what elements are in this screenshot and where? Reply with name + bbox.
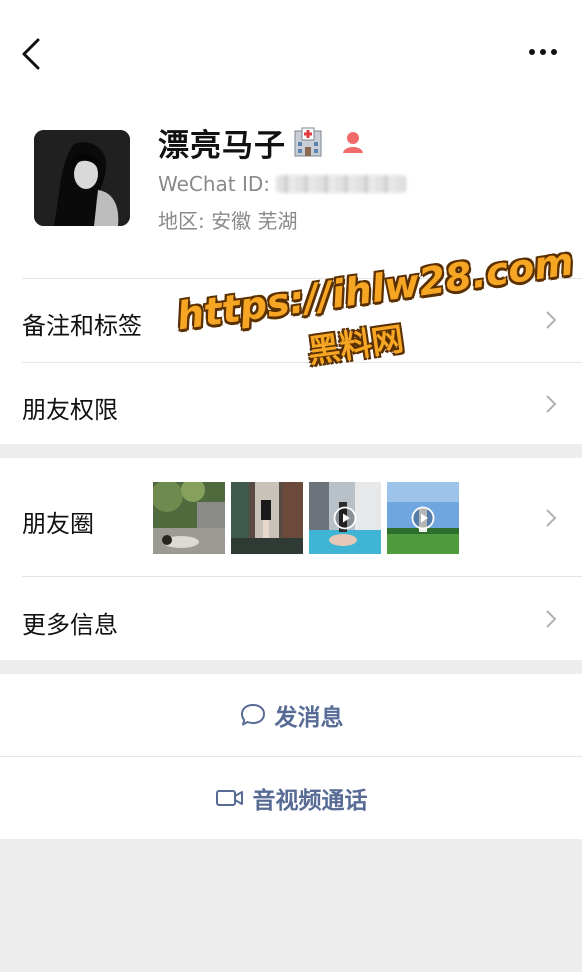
watermark-brand: 黑料网 <box>305 319 406 371</box>
name-row: 漂亮马子 <box>158 120 366 164</box>
chevron-right-icon <box>546 509 557 527</box>
send-message-label: 发消息 <box>274 705 344 731</box>
profile-name: 漂亮马子 <box>158 127 286 164</box>
region-text: 地区: 安徽 芜湖 <box>158 209 298 233</box>
send-message-button[interactable]: 发消息 <box>0 674 582 756</box>
menu-more-info[interactable]: 更多信息 <box>0 576 582 660</box>
wechat-id-value-blurred <box>276 175 407 193</box>
chevron-right-icon <box>546 395 557 413</box>
video-camera-icon <box>215 790 243 806</box>
friend-permissions-label: 朋友权限 <box>22 396 118 424</box>
play-icon <box>333 506 357 530</box>
notes-tags-label: 备注和标签 <box>22 312 142 340</box>
avatar[interactable] <box>34 130 130 226</box>
divider <box>0 756 582 757</box>
video-call-label: 音视频通话 <box>252 788 368 814</box>
wechat-id-label: WeChat ID: <box>158 172 271 196</box>
female-gender-icon <box>343 132 363 153</box>
moments-video-thumbnail[interactable] <box>309 482 381 554</box>
photo-thumbnail-icon <box>231 482 303 554</box>
wechat-id-row: WeChat ID: <box>158 172 407 196</box>
hospital-icon <box>294 127 322 157</box>
moments-thumbnail[interactable] <box>153 482 225 554</box>
photo-thumbnail-icon <box>153 482 225 554</box>
more-info-label: 更多信息 <box>22 611 118 639</box>
more-options-icon[interactable] <box>528 40 558 64</box>
chevron-right-icon <box>546 311 557 329</box>
moments-label: 朋友圈 <box>22 510 94 538</box>
profile-card: 漂亮马子 WeChat ID: 地区: 安徽 芜湖 <box>0 0 582 278</box>
back-arrow-icon[interactable] <box>18 36 48 72</box>
divider <box>22 576 582 577</box>
video-call-button[interactable]: 音视频通话 <box>0 757 582 839</box>
moments-thumbnail[interactable] <box>231 482 303 554</box>
chat-bubble-icon <box>240 704 265 726</box>
moments-video-thumbnail[interactable] <box>387 482 459 554</box>
play-icon <box>411 506 435 530</box>
chevron-right-icon <box>546 610 557 628</box>
avatar-photo-icon <box>34 130 130 226</box>
